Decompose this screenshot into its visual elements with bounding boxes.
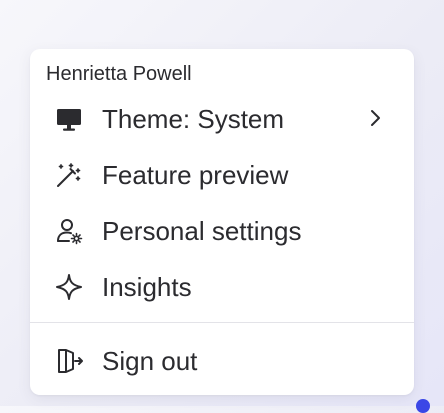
menu-item-feature-preview[interactable]: Feature preview (30, 150, 414, 198)
menu-item-label: Personal settings (102, 216, 302, 246)
menu-item-label: Theme: System (102, 104, 285, 134)
menu-item-label: Feature preview (102, 160, 289, 190)
magic-wand-icon (54, 160, 84, 190)
user-settings-icon (54, 216, 84, 246)
menu-item-sign-out[interactable]: Sign out (30, 336, 414, 384)
menu-item-label: Insights (102, 272, 192, 302)
sparkle-icon (54, 272, 84, 302)
sign-out-icon (54, 346, 84, 376)
menu-item-personal-settings[interactable]: Personal settings (30, 206, 414, 254)
menu-item-theme[interactable]: Theme: System (30, 94, 414, 142)
status-dot (416, 399, 430, 413)
monitor-icon (54, 104, 84, 134)
menu-item-label: Sign out (102, 346, 198, 376)
chevron-right-icon (364, 105, 386, 131)
menu-user-name: Henrietta Powell (46, 63, 192, 85)
menu-divider (30, 322, 414, 323)
account-menu: Henrietta Powell Theme: System Feature p… (30, 49, 414, 395)
menu-item-insights[interactable]: Insights (30, 262, 414, 310)
